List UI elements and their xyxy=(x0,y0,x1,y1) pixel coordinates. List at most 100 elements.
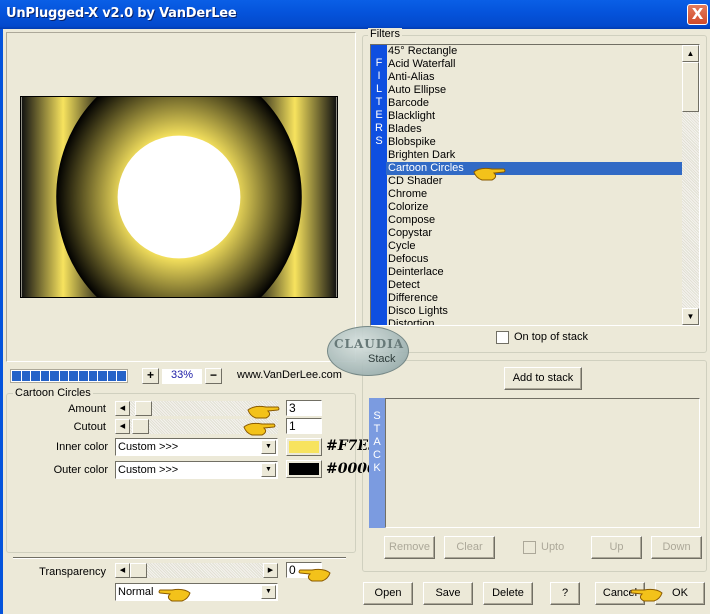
stack-list[interactable] xyxy=(385,398,700,528)
transparency-slider-thumb[interactable] xyxy=(130,563,147,578)
vertical-letter: L xyxy=(375,83,383,95)
outer-color-select[interactable]: Custom >>> ▼ xyxy=(115,461,278,479)
filters-items: 45° Rectangle Acid Waterfall Anti-Alias Aut… xyxy=(386,45,683,325)
preview-image xyxy=(20,96,338,298)
title-bar: UnPlugged-X v2.0 by VanDerLee X xyxy=(0,0,710,29)
outer-color-label: Outer color xyxy=(53,464,108,476)
watermark-line1: CLAUDIA xyxy=(334,337,405,351)
filter-item[interactable]: Disco Lights xyxy=(386,305,683,318)
filter-item[interactable]: 45° Rectangle xyxy=(386,45,683,58)
filter-item[interactable]: Blacklight xyxy=(386,110,683,123)
zoom-in-button[interactable]: + xyxy=(142,368,159,384)
watermark-line2: Stack xyxy=(368,353,396,365)
on-top-of-stack-label: On top of stack xyxy=(514,331,588,343)
filter-item[interactable]: Copystar xyxy=(386,227,683,240)
up-button[interactable]: Up xyxy=(591,536,642,559)
transparency-left-arrow[interactable]: ◀ xyxy=(115,563,130,578)
filter-item[interactable]: Acid Waterfall xyxy=(386,58,683,71)
add-to-stack-button[interactable]: Add to stack xyxy=(504,367,582,390)
upto-label: Upto xyxy=(541,541,565,553)
vertical-letter: I xyxy=(377,70,381,82)
scroll-up-button[interactable]: ▲ xyxy=(682,45,699,62)
transparency-label: Transparency xyxy=(39,566,106,578)
window-frame xyxy=(0,29,3,614)
vertical-letter: K xyxy=(373,462,381,474)
cutout-slider-thumb[interactable] xyxy=(132,419,149,434)
cutout-input[interactable]: 1 xyxy=(286,418,322,434)
filter-item[interactable]: Cartoon Circles xyxy=(386,162,683,175)
filter-item[interactable]: Anti-Alias xyxy=(386,71,683,84)
vertical-letter: S xyxy=(375,135,383,147)
help-button[interactable]: ? xyxy=(550,582,580,605)
pointing-hand-icon xyxy=(243,422,276,436)
inner-color-selected: Custom >>> xyxy=(118,441,179,453)
pointing-hand-icon xyxy=(473,167,506,181)
divider xyxy=(13,557,346,559)
transparency-slider[interactable]: ◀ ▶ xyxy=(115,563,278,578)
filter-item[interactable]: Blades xyxy=(386,123,683,136)
filter-item[interactable]: Detect xyxy=(386,279,683,292)
amount-slider-thumb[interactable] xyxy=(135,401,152,416)
amount-label: Amount xyxy=(68,403,106,415)
render-progress-bar xyxy=(10,369,128,383)
scroll-thumb[interactable] xyxy=(682,62,699,112)
cutout-left-arrow[interactable]: ◀ xyxy=(115,419,130,434)
zoom-level: 33% xyxy=(162,369,202,384)
transparency-right-arrow[interactable]: ▶ xyxy=(263,563,278,578)
filter-item[interactable]: Brighten Dark xyxy=(386,149,683,162)
chevron-down-icon[interactable]: ▼ xyxy=(261,463,276,477)
website-link[interactable]: www.VanDerLee.com xyxy=(237,369,342,381)
delete-button[interactable]: Delete xyxy=(483,582,533,605)
outer-color-swatch[interactable] xyxy=(286,460,322,478)
filter-item[interactable]: Distortion xyxy=(386,318,683,325)
pointing-hand-icon xyxy=(630,588,663,602)
window-title: UnPlugged-X v2.0 by VanDerLee xyxy=(6,6,237,21)
zoom-out-button[interactable]: − xyxy=(205,368,222,384)
filter-item[interactable]: Chrome xyxy=(386,188,683,201)
filter-item[interactable]: Defocus xyxy=(386,253,683,266)
filter-item[interactable]: CD Shader xyxy=(386,175,683,188)
amount-left-arrow[interactable]: ◀ xyxy=(115,401,130,416)
clear-button[interactable]: Clear xyxy=(444,536,495,559)
down-button[interactable]: Down xyxy=(651,536,702,559)
upto-checkbox[interactable] xyxy=(523,541,536,554)
vertical-letter: T xyxy=(375,96,383,108)
close-button[interactable]: X xyxy=(687,4,708,25)
outer-color-selected: Custom >>> xyxy=(118,464,179,476)
chevron-down-icon[interactable]: ▼ xyxy=(261,440,276,454)
amount-input[interactable]: 3 xyxy=(286,400,322,416)
open-button[interactable]: Open xyxy=(363,582,413,605)
cutout-label: Cutout xyxy=(73,421,106,433)
filter-item[interactable]: Auto Ellipse xyxy=(386,84,683,97)
filter-item[interactable]: Cycle xyxy=(386,240,683,253)
close-icon: X xyxy=(691,5,704,23)
vertical-letter: F xyxy=(375,57,383,69)
vertical-letter: S xyxy=(373,410,381,422)
pointing-hand-icon xyxy=(298,568,331,582)
params-group-title: Cartoon Circles xyxy=(13,387,93,399)
filters-group-title: Filters xyxy=(368,28,402,40)
remove-button[interactable]: Remove xyxy=(384,536,435,559)
filters-list[interactable]: FILTERS 45° Rectangle Acid Waterfall Anti-… xyxy=(370,44,700,326)
pointing-hand-icon xyxy=(247,405,280,419)
save-button[interactable]: Save xyxy=(423,582,473,605)
preview-inner-circle xyxy=(117,135,241,259)
scroll-down-button[interactable]: ▼ xyxy=(682,308,699,325)
pointing-hand-icon xyxy=(158,588,191,602)
filter-item[interactable]: Difference xyxy=(386,292,683,305)
stack-vertical-tab: STACK xyxy=(369,398,385,528)
inner-color-select[interactable]: Custom >>> ▼ xyxy=(115,438,278,456)
filters-vertical-tab: FILTERS xyxy=(371,45,387,325)
inner-color-swatch[interactable] xyxy=(286,438,322,456)
filter-item[interactable]: Deinterlace xyxy=(386,266,683,279)
blend-mode-select[interactable]: Normal ▼ xyxy=(115,583,278,601)
on-top-of-stack-checkbox[interactable] xyxy=(496,331,509,344)
filter-item[interactable]: Blobspike xyxy=(386,136,683,149)
filter-item[interactable]: Compose xyxy=(386,214,683,227)
filters-scrollbar[interactable]: ▲ ▼ xyxy=(682,45,699,325)
vertical-letter: A xyxy=(373,436,381,448)
chevron-down-icon[interactable]: ▼ xyxy=(261,585,276,599)
vertical-letter: T xyxy=(373,423,381,435)
filter-item[interactable]: Barcode xyxy=(386,97,683,110)
filter-item[interactable]: Colorize xyxy=(386,201,683,214)
